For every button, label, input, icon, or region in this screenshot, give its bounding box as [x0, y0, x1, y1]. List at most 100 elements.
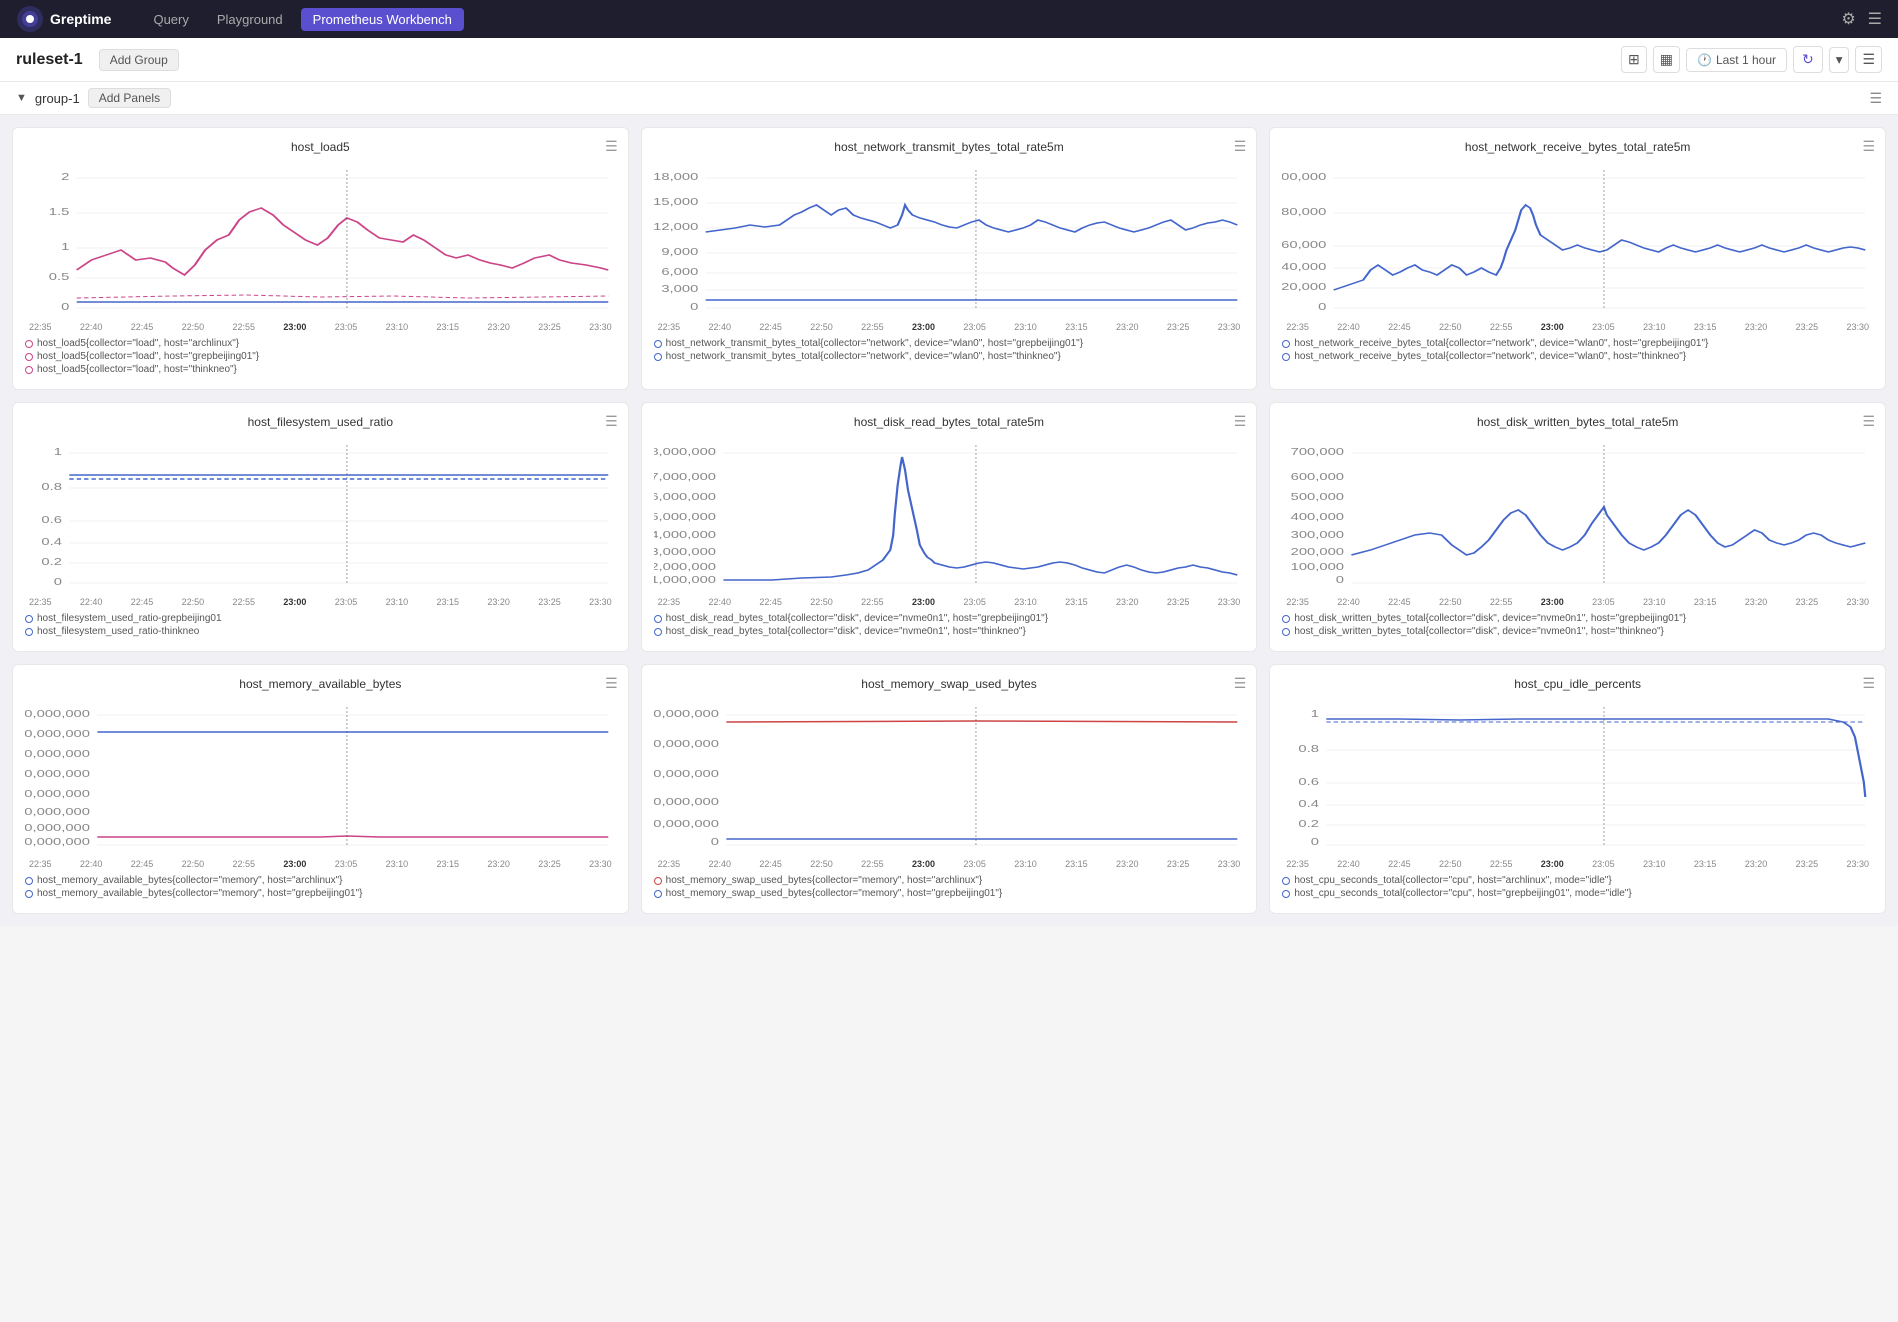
svg-text:0.5: 0.5	[49, 271, 70, 282]
more-options-button[interactable]: ☰	[1855, 46, 1882, 73]
legend-memory-swap: host_memory_swap_used_bytes{collector="m…	[654, 875, 1245, 899]
chart-title-host-load5: host_load5	[25, 140, 616, 154]
group-header: ▼ group-1 Add Panels ☰	[0, 82, 1898, 115]
refresh-button[interactable]: ↻	[1793, 46, 1823, 73]
charts-grid: host_load5 ☰ 2 1.5 1 0.5 0	[0, 115, 1898, 926]
chart-menu-icon-6[interactable]: ☰	[605, 675, 618, 692]
svg-text:0: 0	[710, 836, 718, 847]
svg-text:7,000,000,000: 7,000,000,000	[25, 728, 90, 739]
chart-host-load5: host_load5 ☰ 2 1.5 1 0.5 0	[12, 127, 629, 390]
svg-text:0.8: 0.8	[41, 481, 62, 492]
chart-title-disk-read: host_disk_read_bytes_total_rate5m	[654, 415, 1245, 429]
chart-area-disk-written: 700,000 600,000 500,000 400,000 300,000 …	[1282, 435, 1873, 595]
chart-area-disk-read: 8,000,000 7,000,000 6,000,000 5,000,000 …	[654, 435, 1245, 595]
svg-text:3,000,000: 3,000,000	[654, 546, 716, 557]
chart-network-receive: host_network_receive_bytes_total_rate5m …	[1269, 127, 1886, 390]
chart-area-host-load5: 2 1.5 1 0.5 0	[25, 160, 616, 320]
chart-area-network-transmit: 18,000 15,000 12,000 9,000 6,000 3,000 0	[654, 160, 1245, 320]
logo-text: Greptime	[50, 11, 111, 27]
svg-text:2,000,000,000: 2,000,000,000	[654, 796, 719, 807]
svg-text:0.6: 0.6	[41, 514, 62, 525]
chart-menu-icon-0[interactable]: ☰	[605, 138, 618, 155]
svg-text:300,000: 300,000	[1291, 529, 1344, 540]
svg-text:1,000,000,000: 1,000,000,000	[654, 818, 719, 829]
logo-icon	[16, 5, 44, 33]
nav-prometheus-workbench[interactable]: Prometheus Workbench	[301, 8, 464, 31]
svg-text:0.2: 0.2	[1299, 818, 1320, 829]
svg-text:5,000,000,000: 5,000,000,000	[654, 708, 719, 719]
chart-cpu-idle: host_cpu_idle_percents ☰ 1 0.8 0.6 0.4 0…	[1269, 664, 1886, 914]
x-axis-filesystem: 22:3522:4022:4522:5022:55 23:0023:0523:1…	[25, 597, 616, 607]
nav-playground[interactable]: Playground	[207, 8, 293, 31]
legend-filesystem: host_filesystem_used_ratio-grepbeijing01…	[25, 613, 616, 637]
time-range-dropdown[interactable]: ▾	[1829, 47, 1850, 73]
svg-text:0.4: 0.4	[41, 536, 62, 547]
menu-icon[interactable]: ☰	[1868, 9, 1882, 29]
svg-text:4,000,000,000: 4,000,000,000	[654, 738, 719, 749]
x-axis-memory-swap: 22:3522:4022:4522:5022:55 23:0023:0523:1…	[654, 859, 1245, 869]
chart-area-cpu-idle: 1 0.8 0.6 0.4 0.2 0	[1282, 697, 1873, 857]
svg-text:7,000,000: 7,000,000	[654, 471, 716, 482]
svg-text:40,000: 40,000	[1282, 261, 1326, 272]
group-toggle[interactable]: ▼	[16, 92, 27, 104]
top-navigation: Greptime Query Playground Prometheus Wor…	[0, 0, 1898, 38]
chart-title-filesystem: host_filesystem_used_ratio	[25, 415, 616, 429]
chart-menu-icon-1[interactable]: ☰	[1234, 138, 1247, 155]
grid-view-button[interactable]: ▦	[1653, 46, 1680, 73]
chart-network-transmit: host_network_transmit_bytes_total_rate5m…	[641, 127, 1258, 390]
add-panels-button[interactable]: Add Panels	[88, 88, 171, 108]
svg-text:5,000,000,000: 5,000,000,000	[25, 768, 90, 779]
svg-text:8,000,000: 8,000,000	[654, 446, 716, 457]
legend-network-receive: host_network_receive_bytes_total{collect…	[1282, 338, 1873, 362]
nav-right-actions: ⚙ ☰	[1841, 9, 1882, 29]
svg-text:9,000: 9,000	[661, 246, 698, 257]
chart-disk-read: host_disk_read_bytes_total_rate5m ☰ 8,00…	[641, 402, 1258, 652]
chart-menu-icon-2[interactable]: ☰	[1862, 138, 1875, 155]
svg-text:5,000,000: 5,000,000	[654, 511, 716, 522]
chart-title-network-receive: host_network_receive_bytes_total_rate5m	[1282, 140, 1873, 154]
chart-title-memory-swap: host_memory_swap_used_bytes	[654, 677, 1245, 691]
group-menu-icon[interactable]: ☰	[1869, 90, 1882, 106]
svg-text:0: 0	[1318, 301, 1326, 312]
legend-cpu-idle: host_cpu_seconds_total{collector="cpu", …	[1282, 875, 1873, 899]
svg-text:2: 2	[61, 171, 69, 182]
svg-text:0.8: 0.8	[1299, 743, 1320, 754]
legend-disk-written: host_disk_written_bytes_total{collector=…	[1282, 613, 1873, 637]
svg-text:3,000,000,000: 3,000,000,000	[25, 806, 90, 817]
legend-disk-read: host_disk_read_bytes_total{collector="di…	[654, 613, 1245, 637]
layout-icon-button[interactable]: ⊞	[1621, 46, 1647, 73]
settings-icon[interactable]: ⚙	[1841, 9, 1855, 29]
chart-menu-icon-4[interactable]: ☰	[1234, 413, 1247, 430]
svg-text:100,000: 100,000	[1282, 171, 1326, 182]
svg-text:700,000: 700,000	[1291, 446, 1344, 457]
chart-menu-icon-5[interactable]: ☰	[1862, 413, 1875, 430]
svg-text:4,000,000,000: 4,000,000,000	[25, 788, 90, 799]
svg-text:0: 0	[1336, 574, 1344, 585]
svg-text:15,000: 15,000	[654, 196, 698, 207]
chart-menu-icon-7[interactable]: ☰	[1234, 675, 1247, 692]
svg-text:8,000,000,000: 8,000,000,000	[25, 708, 90, 719]
chart-menu-icon-3[interactable]: ☰	[605, 413, 618, 430]
svg-text:80,000: 80,000	[1282, 206, 1326, 217]
chart-title-network-transmit: host_network_transmit_bytes_total_rate5m	[654, 140, 1245, 154]
nav-query[interactable]: Query	[143, 8, 198, 31]
add-group-button[interactable]: Add Group	[99, 49, 179, 71]
chart-title-disk-written: host_disk_written_bytes_total_rate5m	[1282, 415, 1873, 429]
chart-area-memory-swap: 5,000,000,000 4,000,000,000 3,000,000,00…	[654, 697, 1245, 857]
svg-text:20,000: 20,000	[1282, 281, 1326, 292]
main-toolbar: ruleset-1 Add Group ⊞ ▦ 🕐 Last 1 hour ↻ …	[0, 38, 1898, 82]
x-axis-host-load5: 22:3522:4022:4522:5022:55 23:0023:0523:1…	[25, 322, 616, 332]
chart-menu-icon-8[interactable]: ☰	[1862, 675, 1875, 692]
x-axis-cpu-idle: 22:3522:4022:4522:5022:55 23:0023:0523:1…	[1282, 859, 1873, 869]
svg-text:0: 0	[690, 301, 698, 312]
svg-text:1: 1	[1311, 708, 1319, 719]
time-range-button[interactable]: 🕐 Last 1 hour	[1686, 48, 1787, 72]
legend-memory-available: host_memory_available_bytes{collector="m…	[25, 875, 616, 899]
toolbar-right: ⊞ ▦ 🕐 Last 1 hour ↻ ▾ ☰	[1621, 46, 1882, 73]
x-axis-memory-available: 22:3522:4022:4522:5022:55 23:0023:0523:1…	[25, 859, 616, 869]
chart-area-filesystem: 1 0.8 0.6 0.4 0.2 0	[25, 435, 616, 595]
svg-text:0: 0	[1311, 836, 1319, 847]
x-axis-disk-read: 22:3522:4022:4522:5022:55 23:0023:0523:1…	[654, 597, 1245, 607]
chart-filesystem-ratio: host_filesystem_used_ratio ☰ 1 0.8 0.6 0…	[12, 402, 629, 652]
legend-host-load5: host_load5{collector="load", host="archl…	[25, 338, 616, 375]
